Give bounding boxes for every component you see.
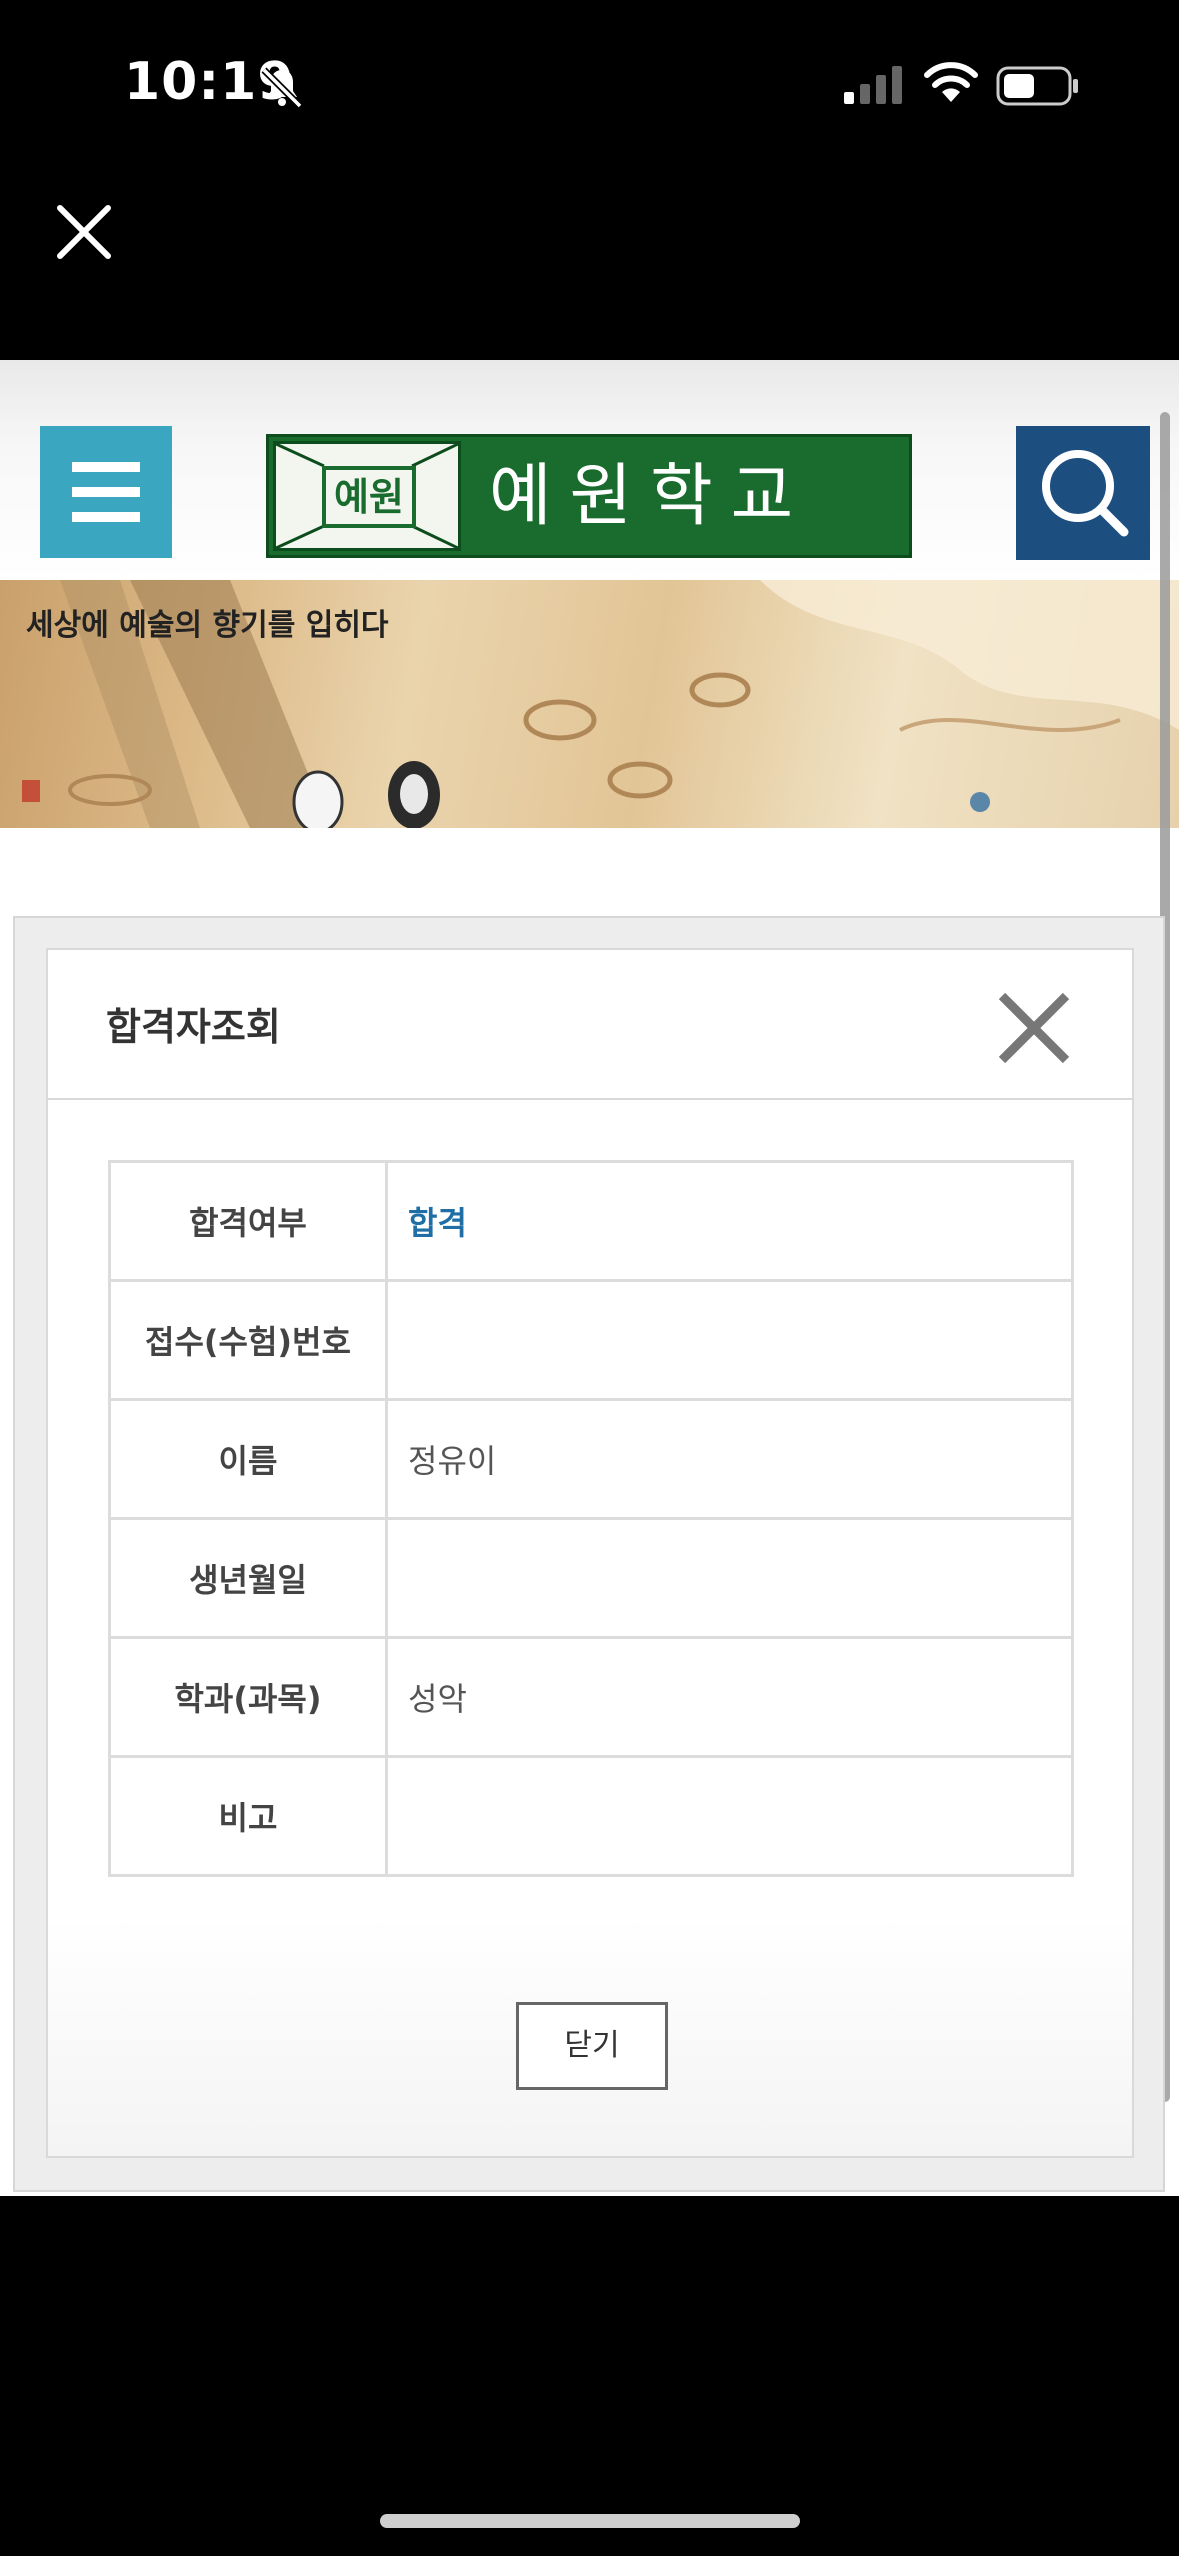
row-value: 성악 [385, 1636, 1074, 1758]
table-row: 비고 [108, 1755, 1074, 1877]
cellular-signal-icon [844, 66, 902, 104]
row-value [385, 1517, 1074, 1639]
battery-icon [996, 66, 1078, 106]
table-row: 합격여부 합격 [108, 1160, 1074, 1282]
table-row: 학과(과목) 성악 [108, 1636, 1074, 1758]
search-icon [1042, 450, 1129, 537]
row-value [385, 1279, 1074, 1401]
hamburger-menu-icon [72, 462, 140, 472]
logo-emblem-text: 예원 [322, 466, 416, 528]
search-button[interactable] [1016, 426, 1150, 560]
row-label: 학과(과목) [108, 1636, 388, 1758]
table-row: 생년월일 [108, 1517, 1074, 1639]
school-logo[interactable]: 예원 예원학교 [266, 434, 912, 558]
table-row: 이름 정유이 [108, 1398, 1074, 1520]
hero-banner: 세상에 예술의 향기를 입히다 [0, 580, 1179, 828]
logo-text: 예원학교 [489, 457, 812, 536]
result-modal: 합격자조회 합격여부 합격 접수(수험)번호 이름 정유이 생년월일 학과(과목… [46, 948, 1134, 2158]
bell-slash-icon [261, 67, 303, 109]
row-label: 접수(수험)번호 [108, 1279, 388, 1401]
result-table: 합격여부 합격 접수(수험)번호 이름 정유이 생년월일 학과(과목) 성악 비… [108, 1160, 1074, 1877]
status-bar: 10:19 [0, 0, 1179, 175]
wifi-icon [924, 62, 978, 102]
row-value: 정유이 [385, 1398, 1074, 1520]
hamburger-menu-button[interactable] [40, 426, 172, 558]
row-value [385, 1755, 1074, 1877]
home-indicator [380, 2514, 800, 2528]
row-label: 비고 [108, 1755, 388, 1877]
table-row: 접수(수험)번호 [108, 1279, 1074, 1401]
modal-close-icon[interactable] [994, 988, 1074, 1068]
close-button[interactable]: 닫기 [516, 2002, 668, 2090]
banner-tagline: 세상에 예술의 향기를 입히다 [26, 608, 389, 643]
row-label: 생년월일 [108, 1517, 388, 1639]
modal-header: 합격자조회 [48, 950, 1132, 1100]
row-label: 이름 [108, 1398, 388, 1520]
row-value: 합격 [385, 1160, 1074, 1282]
site-header: 예원 예원학교 [0, 360, 1179, 580]
row-label: 합격여부 [108, 1160, 388, 1282]
close-icon[interactable] [52, 200, 116, 264]
modal-title: 합격자조회 [106, 1005, 281, 1049]
browser-top-bar [0, 175, 1179, 360]
logo-emblem: 예원 [273, 441, 461, 551]
